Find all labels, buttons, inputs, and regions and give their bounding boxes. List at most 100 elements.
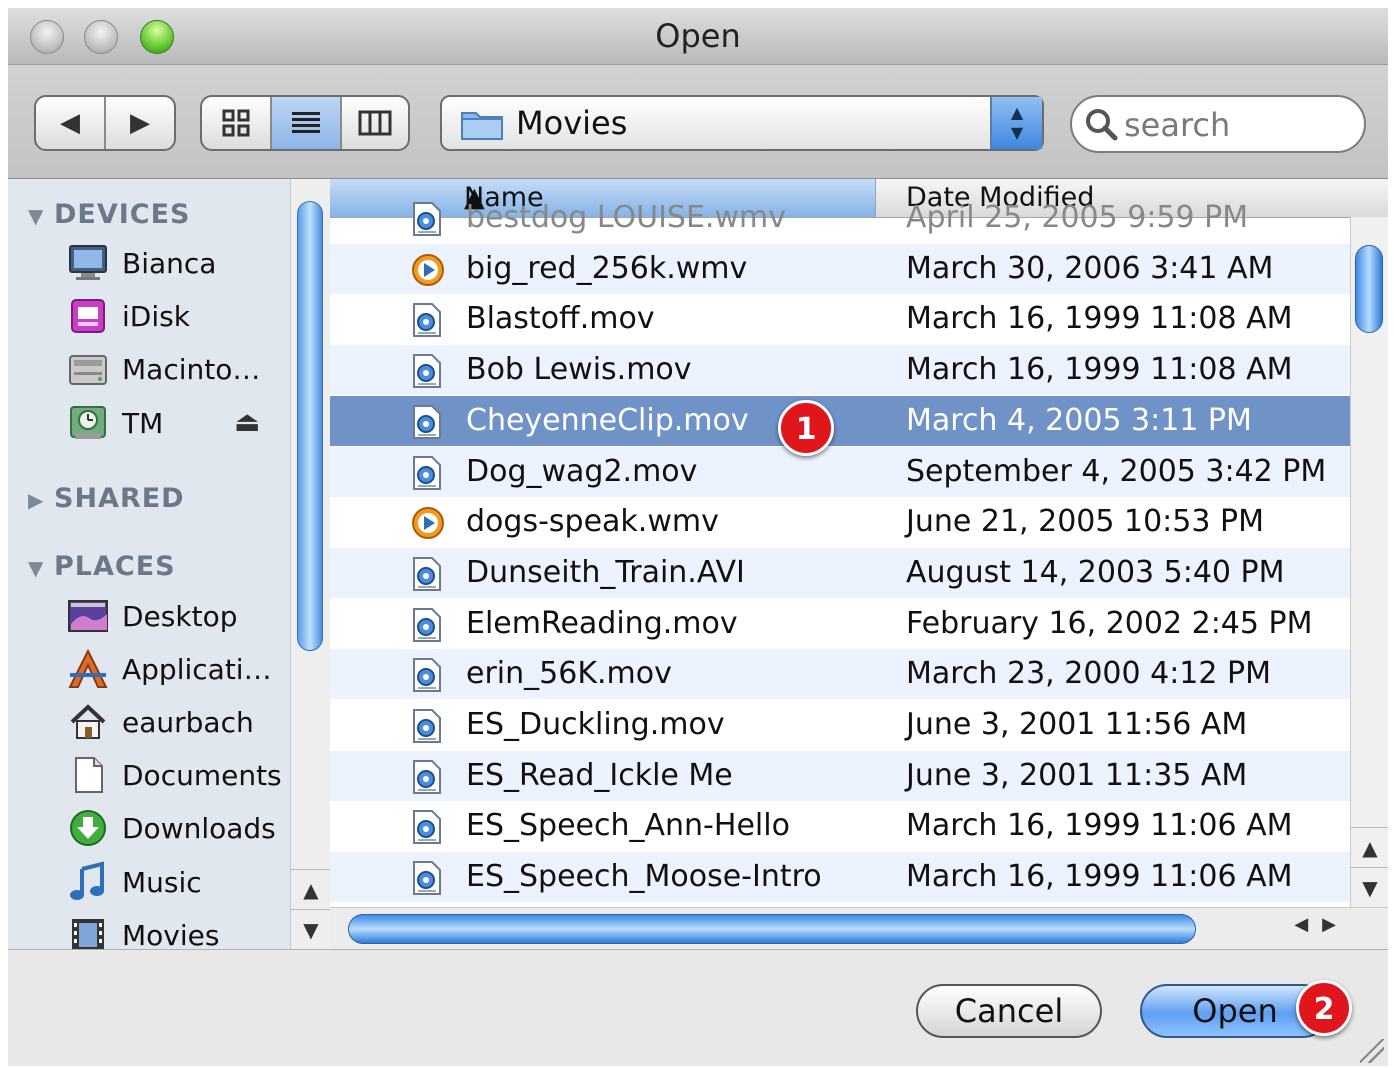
file-name: ES_Speech_Ann-Hello bbox=[466, 808, 790, 844]
search-input[interactable] bbox=[1122, 103, 1356, 147]
file-row[interactable]: dogs-speak.wmv June 21, 2005 10:53 PM bbox=[330, 497, 1350, 547]
quicktime-file-icon bbox=[410, 708, 444, 744]
windows-media-file-icon bbox=[410, 252, 444, 288]
scroll-down-icon[interactable]: ▼ bbox=[291, 909, 331, 950]
sidebar-item-music[interactable]: Music bbox=[66, 858, 288, 906]
file-name: CheyenneClip.mov bbox=[466, 402, 749, 438]
sidebar-item-label: Music bbox=[122, 865, 202, 899]
file-name: erin_56K.mov bbox=[466, 656, 672, 692]
file-row[interactable]: erin_56K.mov March 23, 2000 4:12 PM bbox=[330, 649, 1350, 700]
sidebar-item-bianca[interactable]: Bianca bbox=[66, 239, 288, 287]
home-icon bbox=[66, 701, 110, 743]
movies-icon bbox=[66, 914, 110, 949]
sidebar-item-macintosh-hd[interactable]: Macinto… bbox=[66, 345, 288, 393]
file-date-modified: September 4, 2005 3:42 PM bbox=[906, 453, 1327, 489]
file-row[interactable]: ES_Duckling.mov June 3, 2001 11:56 AM bbox=[330, 700, 1350, 750]
file-row-selected[interactable]: CheyenneClip.mov March 4, 2005 3:11 PM bbox=[330, 395, 1350, 446]
sidebar-item-desktop[interactable]: Desktop bbox=[66, 592, 288, 640]
horizontal-scroll-thumb[interactable] bbox=[348, 914, 1196, 944]
open-dialog: Open ◀ ▶ Movies ▲ ▼ search ▼ DEVICES Bia… bbox=[8, 8, 1388, 1066]
file-name: ElemReading.mov bbox=[466, 605, 738, 641]
scroll-up-icon[interactable]: ▲ bbox=[291, 869, 331, 910]
file-date-modified: April 25, 2005 9:59 PM bbox=[906, 200, 1249, 235]
file-row[interactable]: ES_Speech_Ann-Hello March 16, 1999 11:06 … bbox=[330, 801, 1350, 851]
sidebar-item-label: Movies bbox=[122, 918, 220, 950]
sidebar-item-label: Desktop bbox=[122, 599, 238, 633]
sidebar-item-applications[interactable]: Applicati… bbox=[66, 645, 288, 693]
file-name: Dog_wag2.mov bbox=[466, 453, 698, 489]
callout-badge-1: 1 bbox=[778, 400, 834, 456]
computer-icon bbox=[66, 242, 110, 284]
file-row[interactable]: Dunseith_Train.AVI August 14, 2003 5:40 P… bbox=[330, 547, 1350, 598]
quicktime-file-icon bbox=[410, 556, 444, 592]
quicktime-file-icon bbox=[410, 860, 444, 896]
callout-badge-2: 2 bbox=[1296, 980, 1352, 1036]
places-header[interactable]: ▼ PLACES bbox=[28, 551, 176, 582]
disclosure-open-icon: ▼ bbox=[28, 556, 45, 580]
cancel-button[interactable]: Cancel bbox=[916, 984, 1102, 1038]
location-popup[interactable]: Movies ▲ ▼ bbox=[440, 95, 1044, 151]
file-row[interactable]: ES_Read_Ickle Me June 3, 2001 11:35 AM bbox=[330, 750, 1350, 801]
desktop-icon bbox=[66, 595, 110, 637]
file-row[interactable]: Blastoff.mov March 16, 1999 11:08 AM bbox=[330, 294, 1350, 344]
column-view-icon bbox=[358, 110, 392, 136]
windows-media-file-icon bbox=[410, 505, 444, 541]
scroll-down-icon[interactable]: ▼ bbox=[1351, 867, 1388, 908]
quicktime-file-icon bbox=[410, 657, 444, 693]
sidebar-scrollbar[interactable]: ▲ ▼ bbox=[290, 179, 331, 949]
downloads-icon bbox=[66, 807, 110, 849]
applications-icon bbox=[66, 648, 110, 690]
quicktime-file-icon bbox=[410, 607, 444, 643]
quicktime-file-icon bbox=[410, 809, 444, 845]
resize-grip-icon[interactable] bbox=[1360, 1039, 1384, 1063]
file-date-modified: June 3, 2001 11:35 AM bbox=[906, 757, 1248, 793]
sidebar-item-movies[interactable]: Movies bbox=[66, 911, 288, 949]
back-button[interactable]: ◀ bbox=[36, 97, 106, 149]
file-row[interactable]: big_red_256k.wmv March 30, 2006 3:41 AM bbox=[330, 243, 1350, 294]
title-bar: Open bbox=[8, 8, 1388, 65]
file-name: bestdog LOUISE.wmv bbox=[466, 200, 786, 235]
sidebar: ▼ DEVICES Bianca iDisk Macinto… TM ⏏ ▶ S… bbox=[8, 179, 290, 949]
file-row[interactable]: ES_Speech_Moose-Intro March 16, 1999 11:0… bbox=[330, 852, 1350, 903]
file-name: Blastoff.mov bbox=[466, 301, 655, 337]
list-view-button[interactable] bbox=[272, 97, 342, 149]
eject-icon[interactable]: ⏏ bbox=[234, 405, 260, 438]
devices-header[interactable]: ▼ DEVICES bbox=[28, 199, 191, 230]
vertical-scrollbar[interactable]: ▲ ▼ bbox=[1350, 217, 1388, 907]
vertical-scroll-thumb[interactable] bbox=[1355, 245, 1383, 333]
sidebar-scroll-thumb[interactable] bbox=[297, 201, 323, 651]
sidebar-item-home[interactable]: eaurbach bbox=[66, 698, 288, 746]
sidebar-item-idisk[interactable]: iDisk bbox=[66, 292, 288, 340]
sidebar-item-label: TM bbox=[122, 406, 164, 440]
shared-header[interactable]: ▶ SHARED bbox=[28, 483, 185, 514]
time-machine-drive-icon bbox=[66, 402, 110, 444]
icon-view-icon bbox=[222, 109, 250, 137]
sidebar-item-downloads[interactable]: Downloads bbox=[66, 804, 288, 852]
file-name: Bob Lewis.mov bbox=[466, 352, 692, 388]
file-row[interactable]: Dog_wag2.mov September 4, 2005 3:42 PM bbox=[330, 446, 1350, 497]
file-row[interactable]: Bob Lewis.mov March 16, 1999 11:08 AM bbox=[330, 345, 1350, 396]
view-mode-control bbox=[200, 95, 410, 151]
search-field[interactable] bbox=[1070, 95, 1366, 153]
sidebar-item-label: Documents bbox=[122, 758, 282, 792]
quicktime-file-icon bbox=[410, 404, 444, 440]
file-name: big_red_256k.wmv bbox=[466, 250, 748, 286]
icon-view-button[interactable] bbox=[202, 97, 272, 149]
scroll-up-icon[interactable]: ▲ bbox=[1351, 827, 1388, 868]
file-row[interactable]: bestdog LOUISE.wmv April 25, 2005 9:59 PM bbox=[330, 193, 1350, 243]
file-name: ES_Read_Ickle Me bbox=[466, 757, 733, 793]
horizontal-scrollbar[interactable]: ◀▶ bbox=[330, 907, 1388, 949]
back-forward-control: ◀ ▶ bbox=[34, 95, 176, 151]
quicktime-file-icon bbox=[410, 759, 444, 795]
dialog-footer: Cancel Open 2 bbox=[8, 949, 1388, 1066]
column-view-button[interactable] bbox=[342, 97, 408, 149]
hard-drive-icon bbox=[66, 348, 110, 390]
scroll-left-right-icon[interactable]: ◀▶ bbox=[1294, 914, 1350, 935]
file-date-modified: June 3, 2001 11:56 AM bbox=[906, 707, 1248, 742]
file-row[interactable]: ElemReading.mov February 16, 2002 2:45 PM bbox=[330, 599, 1350, 649]
forward-button[interactable]: ▶ bbox=[106, 97, 174, 149]
sidebar-item-documents[interactable]: Documents bbox=[66, 751, 288, 799]
disclosure-closed-icon: ▶ bbox=[28, 488, 45, 512]
documents-icon bbox=[66, 754, 110, 796]
sidebar-item-label: Applicati… bbox=[122, 652, 272, 686]
